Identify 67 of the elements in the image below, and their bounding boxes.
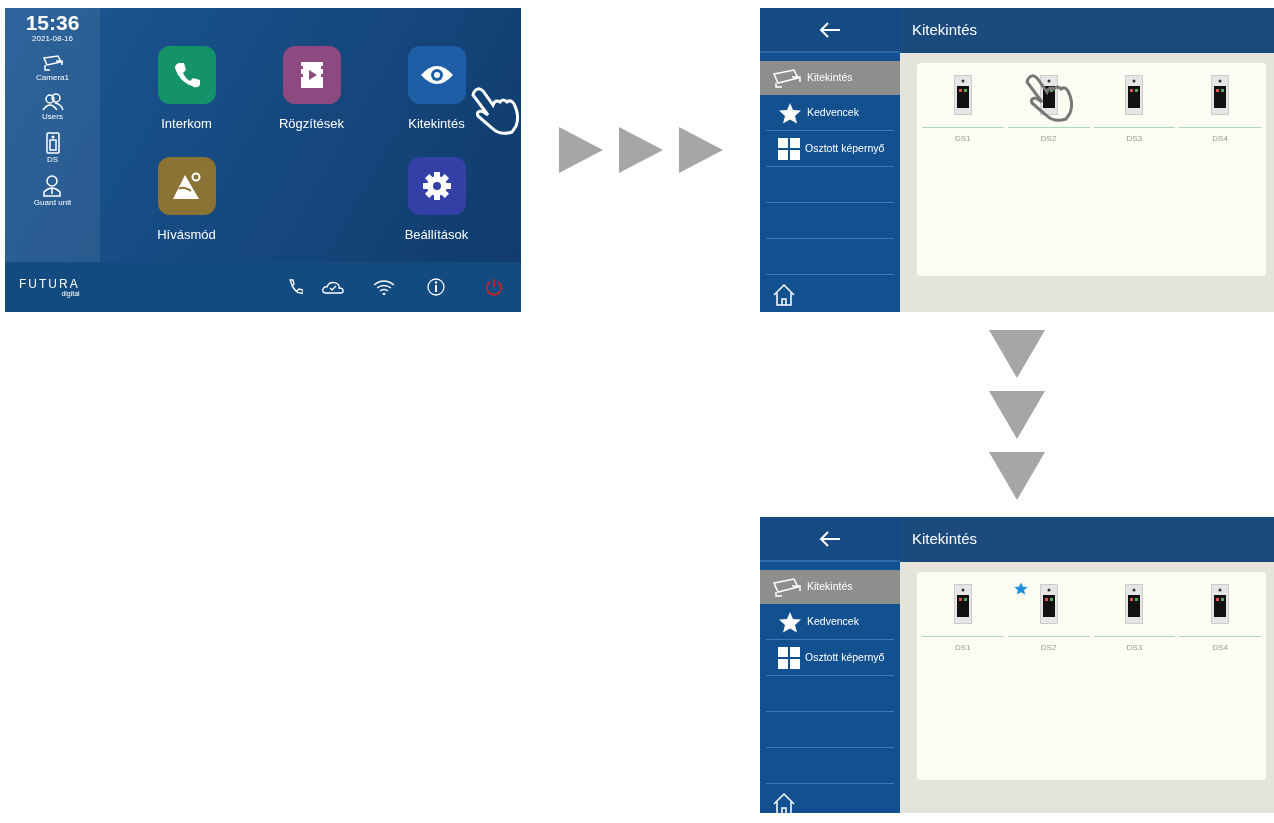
app-label: Hívásmód: [157, 226, 216, 244]
star-icon: [778, 101, 802, 124]
device-tile[interactable]: DS4: [1179, 75, 1261, 145]
device-tile[interactable]: DS2: [1007, 75, 1090, 145]
star-icon: [778, 610, 802, 633]
app-label: Beállítások: [404, 226, 469, 244]
home-icon[interactable]: [772, 792, 796, 813]
sidebar-item[interactable]: Guard unit: [33, 175, 72, 209]
app-tile[interactable]: [157, 157, 216, 215]
device-tile[interactable]: DS3: [1093, 584, 1176, 654]
device-tile[interactable]: DS1: [922, 75, 1004, 145]
door-station-icon: [45, 132, 60, 154]
menu-item[interactable]: Kedvencek: [766, 95, 894, 131]
sidebar-item[interactable]: Users: [41, 93, 64, 123]
grid-icon: [778, 137, 800, 160]
app-label: Rögzítések: [278, 115, 344, 133]
door-station-drawing: [1039, 584, 1058, 624]
door-station-drawing: [1211, 75, 1230, 115]
step-arrow-icon: [678, 127, 723, 173]
guard-icon: [42, 175, 63, 197]
camera-icon: [41, 54, 64, 72]
door-station-drawing: [953, 75, 972, 115]
favorite-star-icon: [1013, 582, 1028, 595]
app-label: Kitekintés: [408, 115, 465, 133]
info-icon[interactable]: [427, 278, 445, 296]
users-icon: [41, 93, 64, 111]
step-arrow-icon: [989, 330, 1045, 378]
home-icon[interactable]: [772, 283, 796, 307]
app-tile[interactable]: [407, 46, 466, 104]
step-arrow-icon: [989, 391, 1045, 439]
date-text: 2021-08-16: [32, 33, 73, 45]
wifi-icon[interactable]: [373, 279, 395, 295]
gear-icon: [421, 171, 452, 201]
door-station-drawing: [1125, 584, 1144, 624]
door-station-drawing: [1211, 584, 1230, 624]
sidebar-item[interactable]: Camera1: [36, 54, 69, 84]
menu-item[interactable]: Kitekintés: [760, 61, 900, 95]
device-tile[interactable]: DS3: [1093, 75, 1176, 145]
app-tile[interactable]: [157, 46, 216, 104]
back-arrow-icon[interactable]: [819, 530, 841, 547]
step-arrow-icon: [558, 127, 603, 173]
cloud-icon[interactable]: [321, 279, 345, 295]
app-label: Interkom: [161, 115, 212, 133]
camera-icon: [772, 577, 802, 597]
app-tile[interactable]: [282, 46, 341, 104]
app-tile[interactable]: [407, 157, 466, 215]
menu-item[interactable]: Kedvencek: [766, 604, 894, 640]
clock-time: 15:36: [25, 12, 80, 33]
device-tile[interactable]: DS2: [1007, 584, 1090, 654]
sidebar-item[interactable]: DS: [45, 132, 60, 166]
menu-item[interactable]: Osztott képernyő: [766, 131, 894, 167]
step-arrow-icon: [989, 452, 1045, 500]
screen-title: Kitekintés: [912, 20, 978, 41]
mountain-icon: [170, 171, 203, 201]
back-arrow-icon[interactable]: [819, 21, 841, 38]
screen-title: Kitekintés: [912, 529, 978, 550]
door-station-drawing: [953, 584, 972, 624]
device-tile[interactable]: DS1: [922, 584, 1004, 654]
phone-icon[interactable]: [287, 279, 303, 295]
menu-item[interactable]: Osztott képernyő: [766, 640, 894, 676]
camera-icon: [772, 68, 802, 88]
menu-item[interactable]: Kitekintés: [760, 570, 900, 604]
eye-icon: [419, 64, 454, 86]
step-arrow-icon: [618, 127, 663, 173]
grid-icon: [778, 646, 800, 669]
door-station-drawing: [1125, 75, 1144, 115]
device-tile[interactable]: DS4: [1179, 584, 1261, 654]
